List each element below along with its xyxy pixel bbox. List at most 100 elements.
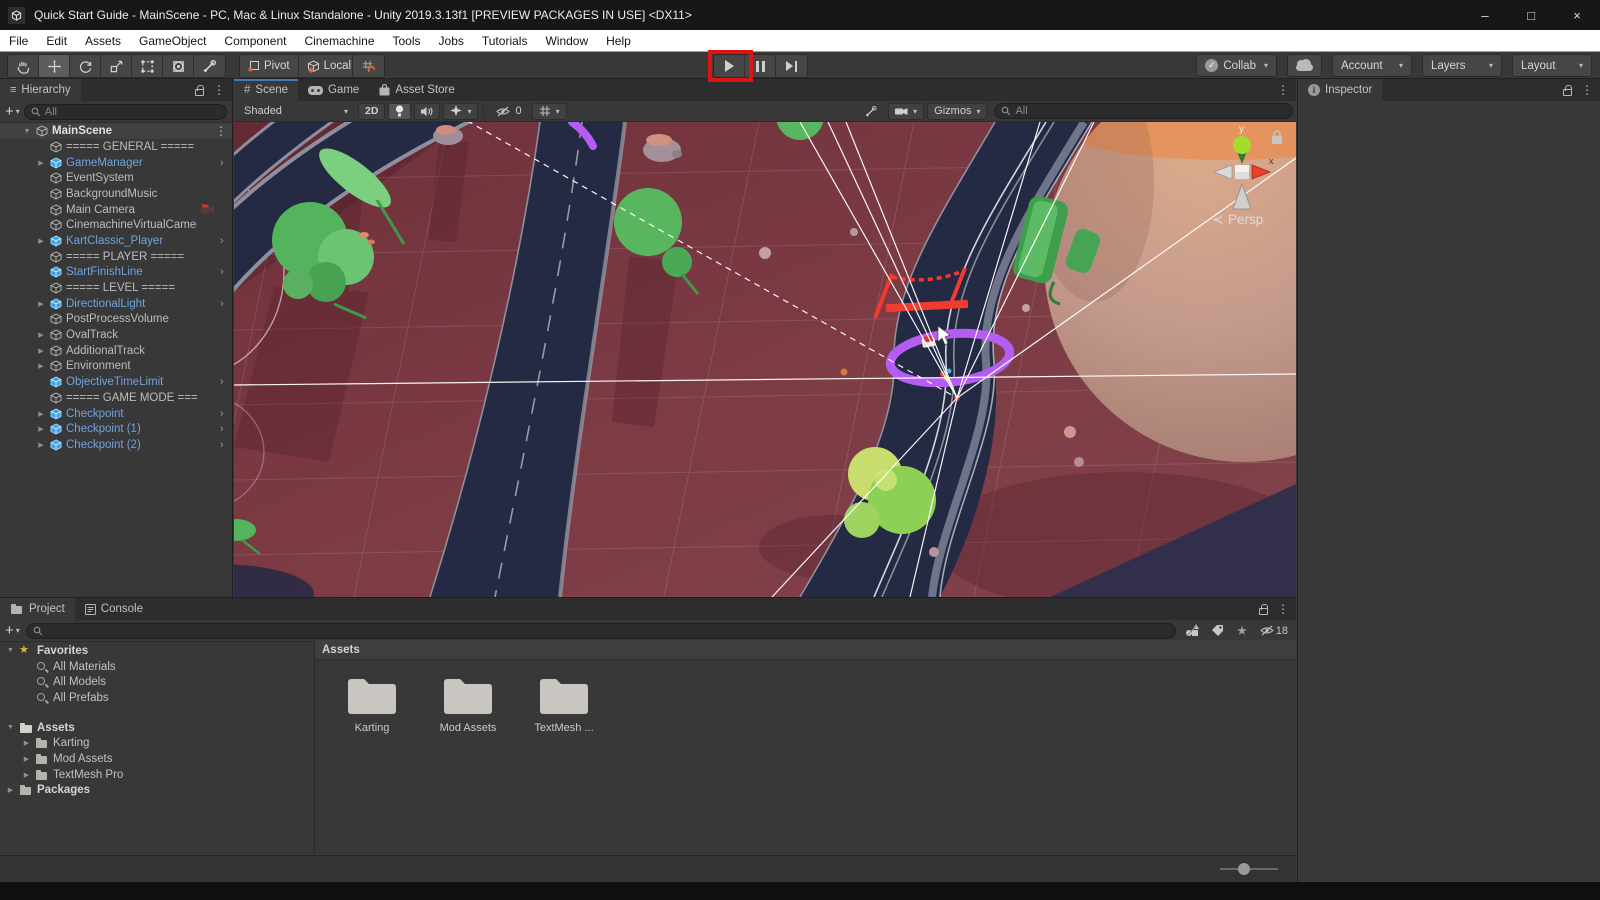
lock-icon[interactable] <box>1259 608 1268 615</box>
hierarchy-item[interactable]: ▶ ===== LEVEL ===== › <box>0 280 232 296</box>
search-by-label-button[interactable] <box>1208 624 1227 637</box>
scene-viewport[interactable]: y x ≺ Persp <box>234 122 1296 597</box>
foldout-arrow-icon[interactable]: ▶ <box>36 441 46 449</box>
hierarchy-item[interactable]: ▶ Environment › <box>0 359 232 375</box>
prefab-open-chevron[interactable]: › <box>220 423 228 435</box>
menu-item[interactable]: Window <box>536 30 597 51</box>
scene-camera-dropdown[interactable]: ▾ <box>888 103 924 120</box>
cloud-button[interactable] <box>1287 54 1322 77</box>
close-button[interactable]: × <box>1554 0 1600 30</box>
menu-item[interactable]: Help <box>597 30 640 51</box>
project-tree-item[interactable]: All Prefabs <box>0 690 314 706</box>
tab-inspector[interactable]: i Inspector <box>1298 79 1382 101</box>
menu-item[interactable]: Jobs <box>430 30 473 51</box>
gizmos-dropdown[interactable]: Gizmos▾ <box>927 103 987 120</box>
foldout-arrow-icon[interactable]: ▶ <box>36 362 46 370</box>
prefab-open-chevron[interactable]: › <box>220 376 228 388</box>
tab-game[interactable]: Game <box>298 79 369 101</box>
hierarchy-item[interactable]: ▶ CinemachineVirtualCamera › <box>0 217 232 233</box>
project-tree-item[interactable]: ▼ Favorites <box>0 643 314 659</box>
hierarchy-item[interactable]: ▶ ===== GENERAL ===== › <box>0 139 232 155</box>
hierarchy-item[interactable]: ▶ GameManager › <box>0 155 232 171</box>
layers-dropdown[interactable]: Layers▾ <box>1422 54 1502 77</box>
foldout-arrow-icon[interactable]: ▶ <box>22 755 31 763</box>
tab-asset-store[interactable]: Asset Store <box>369 79 464 101</box>
hierarchy-item[interactable]: ▶ Checkpoint (1) › <box>0 421 232 437</box>
project-tree-item[interactable]: All Materials <box>0 659 314 675</box>
kebab-menu-icon[interactable]: ⋮ <box>1581 83 1593 97</box>
foldout-arrow-icon[interactable]: ▼ <box>6 724 15 731</box>
hierarchy-item[interactable]: ▶ Checkpoint › <box>0 406 232 422</box>
collab-dropdown[interactable]: ✓ Collab ▾ <box>1196 54 1277 77</box>
menu-item[interactable]: GameObject <box>130 30 215 51</box>
kebab-menu-icon[interactable]: ⋮ <box>213 83 225 97</box>
hierarchy-item[interactable]: ▶ ===== PLAYER ===== › <box>0 249 232 265</box>
project-tree-item[interactable]: All Models <box>0 674 314 690</box>
prefab-open-chevron[interactable]: › <box>220 298 228 310</box>
lock-icon[interactable] <box>1563 89 1572 96</box>
hierarchy-item[interactable]: ▶ PostProcessVolume › <box>0 312 232 328</box>
tab-project[interactable]: Project <box>0 598 75 620</box>
project-tree-item[interactable]: ▶ Packages <box>0 783 314 799</box>
pause-button[interactable] <box>745 55 776 77</box>
prefab-open-chevron[interactable]: › <box>220 266 228 278</box>
hand-tool-icon[interactable] <box>8 55 39 77</box>
scene-lighting-icon[interactable] <box>388 103 411 120</box>
foldout-arrow-icon[interactable]: ▶ <box>22 739 31 747</box>
hierarchy-item[interactable]: ▶ ===== GAME MODE ===== › <box>0 390 232 406</box>
hierarchy-item[interactable]: ▶ ObjectiveTimeLimit › <box>0 374 232 390</box>
hierarchy-item[interactable]: ▶ EventSystem › <box>0 170 232 186</box>
tab-console[interactable]: Console <box>75 598 153 620</box>
tab-scene[interactable]: # Scene <box>234 79 298 101</box>
transform-tool-icon[interactable] <box>163 55 194 77</box>
foldout-arrow-icon[interactable]: ▼ <box>6 647 15 654</box>
shading-mode-dropdown[interactable]: Shaded▾ <box>237 103 355 120</box>
hierarchy-item[interactable]: ▶ BackgroundMusic › <box>0 186 232 202</box>
maximize-button[interactable]: □ <box>1508 0 1554 30</box>
play-button[interactable] <box>714 55 745 77</box>
project-tree-item[interactable]: ▶ Karting <box>0 735 314 751</box>
hierarchy-item[interactable]: ▶ OvalTrack › <box>0 327 232 343</box>
hierarchy-search-input[interactable]: All <box>24 104 227 120</box>
foldout-arrow-icon[interactable]: ▶ <box>22 771 31 779</box>
foldout-arrow-icon[interactable]: ▶ <box>36 300 46 308</box>
step-button[interactable] <box>776 55 807 77</box>
foldout-arrow-icon[interactable]: ▶ <box>36 410 46 418</box>
hierarchy-item[interactable]: ▶ AdditionalTrack › <box>0 343 232 359</box>
project-tree-item[interactable]: ▼ Assets <box>0 720 314 736</box>
layout-dropdown[interactable]: Layout▾ <box>1512 54 1592 77</box>
custom-tool-icon[interactable] <box>194 55 225 77</box>
menu-item[interactable]: Cinemachine <box>295 30 383 51</box>
foldout-arrow-icon[interactable]: ▶ <box>36 331 46 339</box>
move-tool-icon[interactable] <box>39 55 70 77</box>
create-gameobject-button[interactable]: +▾ <box>5 104 20 119</box>
scene-audio-icon[interactable] <box>414 103 440 120</box>
grid-snap-icon[interactable] <box>353 55 384 77</box>
pivot-toggle-button[interactable]: Pivot <box>240 55 299 77</box>
hierarchy-scene-row[interactable]: ▼ MainScene ⋮ <box>0 123 232 139</box>
project-tree-item[interactable]: ▶ TextMesh Pro <box>0 767 314 783</box>
menu-item[interactable]: Edit <box>37 30 76 51</box>
scale-tool-icon[interactable] <box>101 55 132 77</box>
prefab-open-chevron[interactable]: › <box>220 235 228 247</box>
scene-effects-dropdown[interactable]: ▾ <box>443 103 478 120</box>
create-asset-button[interactable]: +▾ <box>5 623 20 638</box>
minimize-button[interactable]: – <box>1462 0 1508 30</box>
lock-icon[interactable] <box>195 89 204 96</box>
menu-item[interactable]: Component <box>215 30 295 51</box>
rotate-tool-icon[interactable] <box>70 55 101 77</box>
favorites-filter-button[interactable]: ★ <box>1233 623 1251 639</box>
foldout-arrow-icon[interactable]: ▶ <box>6 786 15 794</box>
thumbnail-size-slider[interactable] <box>1220 868 1278 870</box>
hidden-count-toggle[interactable]: 18 <box>1257 625 1291 637</box>
hierarchy-item[interactable]: ▶ Checkpoint (2) › <box>0 437 232 453</box>
project-tree-item[interactable]: ▶ Mod Assets <box>0 751 314 767</box>
2d-toggle-button[interactable]: 2D <box>358 103 385 120</box>
menu-item[interactable]: File <box>0 30 37 51</box>
prefab-open-chevron[interactable]: › <box>220 157 228 169</box>
foldout-arrow-icon[interactable]: ▶ <box>36 237 46 245</box>
prefab-open-chevron[interactable]: › <box>220 408 228 420</box>
search-by-type-button[interactable] <box>1182 624 1202 637</box>
asset-folder[interactable]: Mod Assets <box>431 674 505 853</box>
prefab-open-chevron[interactable]: › <box>220 439 228 451</box>
